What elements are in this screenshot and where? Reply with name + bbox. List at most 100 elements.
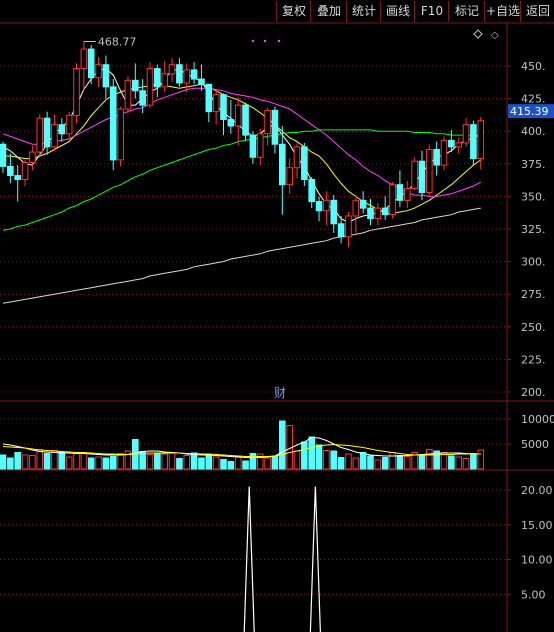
volume-bar[interactable] xyxy=(293,450,301,470)
volume-bar[interactable] xyxy=(161,453,168,470)
candle-up[interactable] xyxy=(403,188,411,201)
candle-up[interactable] xyxy=(168,64,176,75)
candle-down[interactable] xyxy=(139,90,146,106)
candle-down[interactable] xyxy=(330,199,338,225)
candle-up[interactable] xyxy=(73,68,80,117)
volume-bar[interactable] xyxy=(205,454,213,470)
volume-bar[interactable] xyxy=(330,450,338,470)
candle-up[interactable] xyxy=(440,139,448,166)
volume-bar[interactable] xyxy=(36,449,44,470)
volume-bar[interactable] xyxy=(242,460,249,470)
volume-bar[interactable] xyxy=(271,455,279,470)
volume-bar[interactable] xyxy=(337,457,345,470)
stock-chart[interactable]: 450. 425. 400. 375. 350. 325. 300. 275. 250. 225.… xyxy=(0,0,554,632)
volume-bar[interactable] xyxy=(381,457,389,470)
candle-down[interactable] xyxy=(190,69,198,80)
candle-down[interactable] xyxy=(448,139,455,148)
candle-down[interactable] xyxy=(279,143,286,186)
candle-up[interactable] xyxy=(455,142,462,148)
candle-up[interactable] xyxy=(345,215,352,238)
volume-bar[interactable] xyxy=(0,454,7,470)
volume-bar[interactable] xyxy=(183,455,191,470)
candle-up[interactable] xyxy=(95,64,102,79)
candle-up[interactable] xyxy=(389,184,396,216)
candle-up[interactable] xyxy=(212,94,220,113)
volume-bar[interactable] xyxy=(87,457,95,470)
candle-down[interactable] xyxy=(220,94,227,120)
volume-bar[interactable] xyxy=(345,453,352,470)
candle-down[interactable] xyxy=(271,109,279,145)
volume-bar[interactable] xyxy=(29,455,36,470)
volume-bar[interactable] xyxy=(477,449,485,470)
collapse-icon[interactable]: ◇ xyxy=(491,30,499,41)
candle-down[interactable] xyxy=(7,165,14,177)
candle-down[interactable] xyxy=(132,79,139,92)
candle-down[interactable] xyxy=(43,117,51,148)
candle-up[interactable] xyxy=(426,148,433,193)
candle-down[interactable] xyxy=(433,148,440,166)
volume-bar[interactable] xyxy=(264,457,271,470)
candle-up[interactable] xyxy=(286,167,293,186)
volume-bar[interactable] xyxy=(426,449,433,470)
candle-up[interactable] xyxy=(36,117,44,153)
candle-up[interactable] xyxy=(146,68,154,106)
candle-up[interactable] xyxy=(80,48,88,70)
candle-down[interactable] xyxy=(58,124,66,135)
candle-up[interactable] xyxy=(477,120,485,160)
volume-bar[interactable] xyxy=(403,456,411,470)
candle-down[interactable] xyxy=(359,199,367,209)
candle-down[interactable] xyxy=(176,64,183,84)
candle-down[interactable] xyxy=(315,201,323,212)
candle-down[interactable] xyxy=(396,184,404,201)
candle-up[interactable] xyxy=(323,199,330,212)
candle-up[interactable] xyxy=(293,146,301,169)
candle-up[interactable] xyxy=(234,104,242,127)
candle-down[interactable] xyxy=(418,160,426,193)
volume-bar[interactable] xyxy=(58,451,66,470)
candle-up[interactable] xyxy=(352,199,360,217)
volume-bar[interactable] xyxy=(43,453,51,470)
candle-up[interactable] xyxy=(411,160,418,190)
volume-bar[interactable] xyxy=(146,454,154,470)
volume-bar[interactable] xyxy=(462,458,470,470)
volume-bar[interactable] xyxy=(14,452,21,470)
volume-bar[interactable] xyxy=(315,444,323,470)
candle-down[interactable] xyxy=(0,143,7,167)
volume-bar[interactable] xyxy=(154,452,161,470)
volume-bar[interactable] xyxy=(234,455,242,470)
volume-bar[interactable] xyxy=(448,455,455,470)
volume-bar[interactable] xyxy=(80,452,88,470)
candle-down[interactable] xyxy=(154,68,161,88)
candle-down[interactable] xyxy=(242,104,249,136)
volume-bar[interactable] xyxy=(220,459,227,470)
volume-bar[interactable] xyxy=(51,450,58,470)
candle-up[interactable] xyxy=(462,124,470,144)
candle-up[interactable] xyxy=(21,161,29,180)
volume-bars[interactable] xyxy=(0,420,485,470)
volume-bar[interactable] xyxy=(95,456,102,470)
volume-bar[interactable] xyxy=(455,456,462,470)
volume-bar[interactable] xyxy=(359,452,367,470)
volume-bar[interactable] xyxy=(21,454,29,470)
volume-bar[interactable] xyxy=(190,452,198,470)
candle-down[interactable] xyxy=(301,146,308,180)
candle-down[interactable] xyxy=(87,48,95,79)
volume-bar[interactable] xyxy=(470,453,477,470)
volume-bar[interactable] xyxy=(301,441,308,470)
volume-bar[interactable] xyxy=(198,457,205,470)
volume-bar[interactable] xyxy=(308,436,315,470)
candle-down[interactable] xyxy=(102,64,110,88)
candle-down[interactable] xyxy=(381,207,389,216)
candle-up[interactable] xyxy=(256,133,264,158)
volume-bar[interactable] xyxy=(367,455,374,470)
candle-up[interactable] xyxy=(264,109,271,135)
volume-bar[interactable] xyxy=(65,456,73,470)
candle-down[interactable] xyxy=(109,86,117,161)
candle-down[interactable] xyxy=(470,124,477,160)
candle-down[interactable] xyxy=(249,134,257,158)
candle-down[interactable] xyxy=(14,175,21,180)
volume-bar[interactable] xyxy=(168,452,176,470)
candlesticks[interactable] xyxy=(0,41,485,248)
candle-up[interactable] xyxy=(374,207,382,220)
volume-bar[interactable] xyxy=(117,453,124,470)
